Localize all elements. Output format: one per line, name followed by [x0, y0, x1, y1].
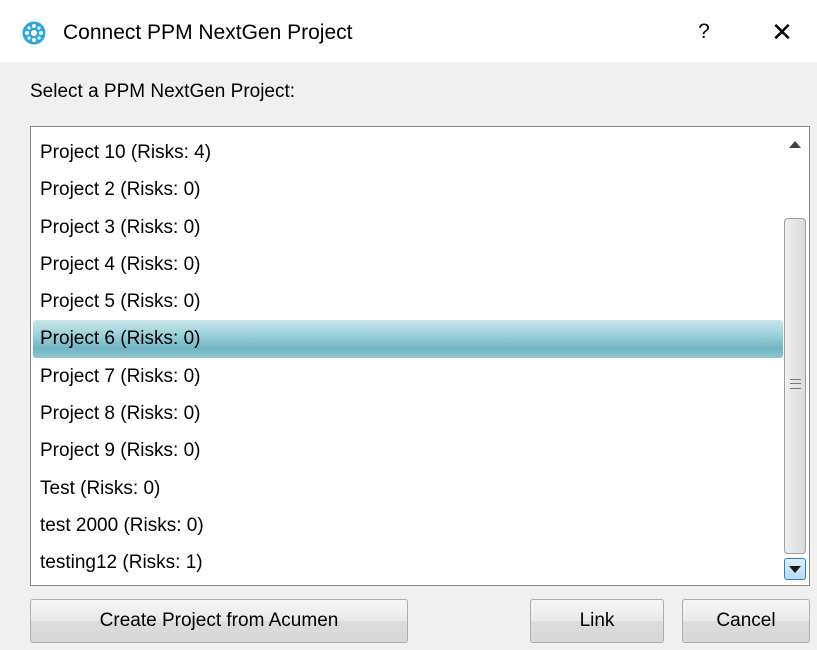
list-item[interactable]: Project 10 (Risks: 4) — [33, 134, 783, 171]
grip-icon — [790, 379, 801, 389]
select-project-label: Select a PPM NextGen Project: — [30, 81, 296, 102]
create-project-button[interactable]: Create Project from Acumen — [30, 599, 408, 643]
close-button[interactable]: ✕ — [762, 16, 802, 48]
link-button[interactable]: Link — [530, 599, 664, 643]
list-item[interactable]: Project 3 (Risks: 0) — [33, 209, 783, 246]
project-listbox[interactable]: Project 10 (Risks: 4) Project 2 (Risks: … — [30, 126, 810, 586]
list-item[interactable]: test 2000 (Risks: 0) — [33, 507, 783, 544]
scroll-down-arrow-icon[interactable] — [784, 558, 806, 580]
list-item[interactable]: Project 7 (Risks: 0) — [33, 358, 783, 395]
scroll-up-arrow-icon[interactable] — [783, 129, 807, 159]
cancel-button[interactable]: Cancel — [682, 599, 810, 643]
title-bar: Connect PPM NextGen Project ? ✕ — [0, 0, 817, 62]
list-item[interactable]: Project 4 (Risks: 0) — [33, 246, 783, 283]
list-item[interactable]: Project 9 (Risks: 0) — [33, 432, 783, 469]
scroll-thumb[interactable] — [784, 218, 806, 554]
vertical-scrollbar[interactable] — [783, 129, 807, 583]
list-item[interactable]: Project 8 (Risks: 0) — [33, 395, 783, 432]
list-item[interactable]: Project 5 (Risks: 0) — [33, 283, 783, 320]
app-logo-icon — [22, 21, 46, 45]
project-list: Project 10 (Risks: 4) Project 2 (Risks: … — [33, 134, 783, 582]
list-item[interactable]: testing12 (Risks: 1) — [33, 544, 783, 581]
help-button[interactable]: ? — [684, 16, 724, 48]
window-title: Connect PPM NextGen Project — [63, 21, 353, 44]
list-item[interactable]: Project 2 (Risks: 0) — [33, 171, 783, 208]
list-item[interactable]: Test (Risks: 0) — [33, 470, 783, 507]
list-item-selected[interactable]: Project 6 (Risks: 0) — [33, 320, 783, 358]
